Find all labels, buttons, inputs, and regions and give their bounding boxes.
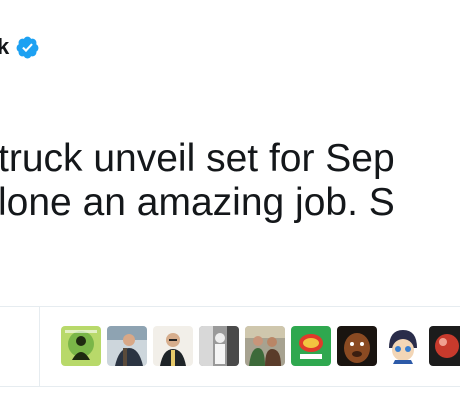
avatar-bw-figure-icon[interactable] bbox=[199, 326, 239, 366]
avatar-red-partial-icon[interactable] bbox=[429, 326, 460, 366]
avatar-couple-photo-icon[interactable] bbox=[245, 326, 285, 366]
tweet-line: truck unveil set for Sep bbox=[0, 137, 395, 180]
tweet-line: lone an amazing job. S bbox=[0, 181, 395, 224]
divider bbox=[0, 386, 460, 387]
avatar-green-logo-icon[interactable] bbox=[61, 326, 101, 366]
avatar-green-badge-icon[interactable] bbox=[291, 326, 331, 366]
divider bbox=[0, 306, 460, 307]
avatar-anime-character-icon[interactable] bbox=[383, 326, 423, 366]
author-name[interactable]: k bbox=[0, 34, 9, 60]
liker-avatars bbox=[61, 326, 460, 366]
avatar-bald-man-icon[interactable] bbox=[153, 326, 193, 366]
tweet-text: truck unveil set for Sep lone an amazing… bbox=[0, 137, 460, 225]
avatar-dog-face-icon[interactable] bbox=[337, 326, 377, 366]
verified-badge-icon bbox=[15, 35, 40, 60]
author-row[interactable]: k bbox=[0, 30, 40, 64]
avatar-person-jacket-icon[interactable] bbox=[107, 326, 147, 366]
stats-count-cell[interactable] bbox=[0, 307, 40, 386]
